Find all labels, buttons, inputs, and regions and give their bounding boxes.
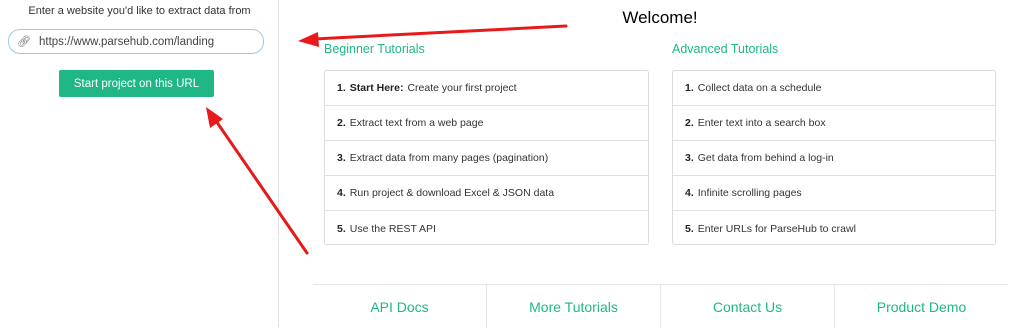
beginner-tutorial-4[interactable]: 4. Run project & download Excel & JSON d… <box>325 176 648 211</box>
tutorial-text: Run project & download Excel & JSON data <box>349 187 555 199</box>
more-tutorials-link[interactable]: More Tutorials <box>487 285 661 328</box>
advanced-tutorial-2[interactable]: 2. Enter text into a search box <box>673 106 995 141</box>
bottom-links-bar: API Docs More Tutorials Contact Us Produ… <box>313 284 1008 328</box>
url-input[interactable] <box>39 35 259 48</box>
beginner-tutorial-2[interactable]: 2. Extract text from a web page <box>325 106 648 141</box>
advanced-tutorial-4[interactable]: 4. Infinite scrolling pages <box>673 176 995 211</box>
advanced-tutorial-1[interactable]: 1. Collect data on a schedule <box>673 71 995 106</box>
advanced-tutorial-3[interactable]: 3. Get data from behind a log-in <box>673 141 995 176</box>
tutorial-text: Extract text from a web page <box>349 117 484 129</box>
advanced-tutorials-list: 1. Collect data on a schedule 2. Enter t… <box>672 70 996 245</box>
contact-us-link[interactable]: Contact Us <box>661 285 835 328</box>
beginner-tutorials-title: Beginner Tutorials <box>324 42 425 56</box>
welcome-heading: Welcome! <box>622 8 698 27</box>
api-docs-link[interactable]: API Docs <box>313 285 487 328</box>
tutorial-text: Enter text into a search box <box>697 117 826 129</box>
tutorial-number: 3. <box>685 152 694 164</box>
tutorial-text: Create your first project <box>407 82 517 94</box>
tutorial-number: 2. <box>337 117 346 129</box>
beginner-tutorial-5[interactable]: 5. Use the REST API <box>325 211 648 246</box>
advanced-tutorials-title: Advanced Tutorials <box>672 42 779 56</box>
beginner-tutorial-3[interactable]: 3. Extract data from many pages (paginat… <box>325 141 648 176</box>
tutorial-number: 4. <box>337 187 346 199</box>
tutorial-number: 4. <box>685 187 694 199</box>
tutorial-number: 1. <box>337 82 346 94</box>
sidebar: Enter a website you'd like to extract da… <box>0 0 279 327</box>
url-input-wrapper[interactable]: 🔗︎ <box>8 29 264 54</box>
tutorial-text: Extract data from many pages (pagination… <box>349 152 549 164</box>
url-prompt-label: Enter a website you'd like to extract da… <box>28 5 251 17</box>
tutorial-text: Collect data on a schedule <box>697 82 822 94</box>
tutorial-text: Infinite scrolling pages <box>697 187 802 199</box>
tutorial-number: 3. <box>337 152 346 164</box>
beginner-tutorial-1[interactable]: 1. Start Here: Create your first project <box>325 71 648 106</box>
tutorial-text: Enter URLs for ParseHub to crawl <box>697 222 856 235</box>
beginner-tutorials-list: 1. Start Here: Create your first project… <box>324 70 649 245</box>
tutorial-emphasis: Start Here: <box>349 82 404 94</box>
tutorial-number: 5. <box>685 222 694 235</box>
tutorial-number: 5. <box>337 222 346 235</box>
advanced-tutorial-5[interactable]: 5. Enter URLs for ParseHub to crawl <box>673 211 995 246</box>
link-icon: 🔗︎ <box>17 35 31 48</box>
tutorial-number: 1. <box>685 82 694 94</box>
tutorial-text: Get data from behind a log-in <box>697 152 834 164</box>
start-project-button[interactable]: Start project on this URL <box>59 70 214 97</box>
tutorial-text: Use the REST API <box>349 222 436 235</box>
tutorial-number: 2. <box>685 117 694 129</box>
product-demo-link[interactable]: Product Demo <box>835 285 1008 328</box>
